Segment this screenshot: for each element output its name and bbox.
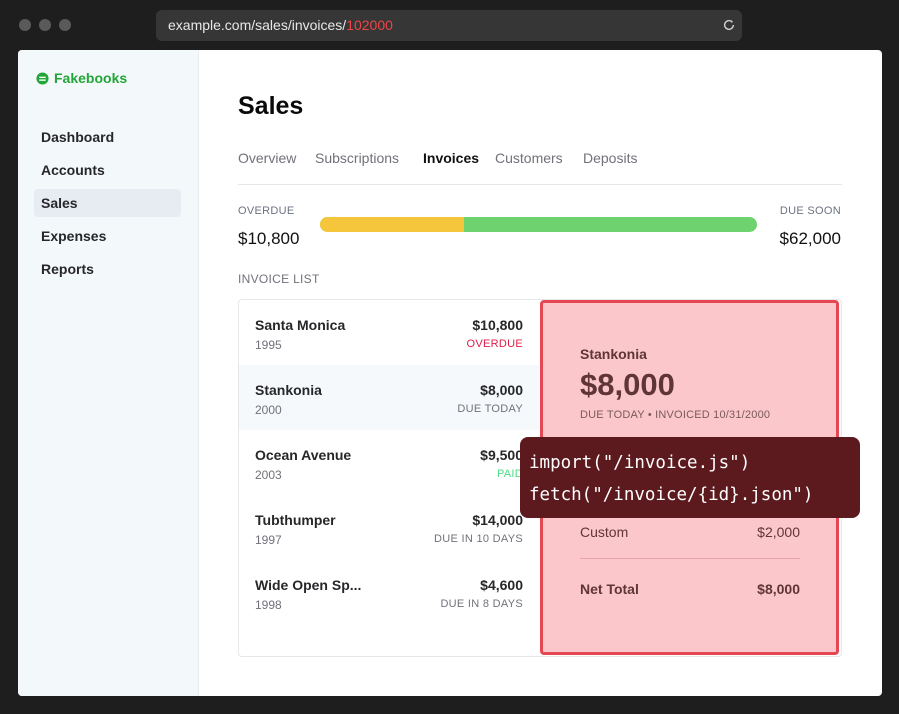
tab-bar: Overview Subscriptions Invoices Customer… (238, 150, 842, 185)
invoice-row[interactable]: Stankonia 2000 $8,000 DUE TODAY (239, 365, 539, 430)
invoice-name: Wide Open Sp... (255, 577, 362, 593)
tab-invoices[interactable]: Invoices (423, 150, 479, 166)
invoice-row[interactable]: Santa Monica 1995 $10,800 OVERDUE (239, 300, 539, 365)
sidebar-item-expenses[interactable]: Expenses (34, 222, 181, 250)
main-content: Sales Overview Subscriptions Invoices Cu… (238, 50, 882, 696)
fakebooks-logo-icon (36, 71, 49, 85)
close-window-icon[interactable] (19, 19, 31, 31)
invoice-amount: $14,000 (472, 512, 523, 528)
brand-logo[interactable]: Fakebooks (36, 70, 127, 86)
overdue-progress-bar (320, 217, 757, 232)
detail-line-item-label: Custom (580, 524, 629, 540)
tab-subscriptions[interactable]: Subscriptions (315, 150, 399, 166)
invoice-year: 2003 (255, 468, 282, 482)
app-window: Fakebooks Dashboard Accounts Sales Expen… (18, 50, 882, 696)
invoice-name: Santa Monica (255, 317, 346, 333)
detail-amount: $8,000 (580, 367, 675, 402)
sidebar-item-dashboard[interactable]: Dashboard (34, 123, 181, 151)
minimize-window-icon[interactable] (39, 19, 51, 31)
zoom-window-icon[interactable] (59, 19, 71, 31)
invoice-row[interactable]: Wide Open Sp... 1998 $4,600 DUE IN 8 DAY… (239, 560, 539, 625)
detail-customer-name: Stankonia (580, 346, 647, 362)
invoice-row[interactable]: Tubthumper 1997 $14,000 DUE IN 10 DAYS (239, 495, 539, 560)
detail-net-total-value: $8,000 (757, 581, 800, 597)
code-line-import: import("/invoice.js") (529, 453, 751, 473)
due-soon-value: $62,000 (779, 229, 841, 248)
tab-customers[interactable]: Customers (495, 150, 563, 166)
invoice-year: 1998 (255, 598, 282, 612)
url-invoice-id: 102000 (346, 17, 393, 33)
invoice-amount: $8,000 (480, 382, 523, 398)
tab-overview[interactable]: Overview (238, 150, 296, 166)
overdue-label: OVERDUE (238, 205, 295, 217)
invoice-amount: $10,800 (472, 317, 523, 333)
overdue-value: $10,800 (238, 229, 300, 248)
invoice-status: DUE IN 10 DAYS (434, 533, 523, 545)
browser-titlebar: example.com/sales/invoices/102000 (0, 0, 899, 50)
page-title: Sales (238, 92, 304, 120)
detail-divider (580, 558, 800, 559)
sidebar-item-reports[interactable]: Reports (34, 255, 181, 283)
invoice-name: Ocean Avenue (255, 447, 352, 463)
invoice-name: Tubthumper (255, 512, 336, 528)
invoice-row[interactable]: Ocean Avenue 2003 $9,500 PAID (239, 430, 539, 495)
invoice-status: DUE TODAY (457, 403, 523, 415)
code-overlay: import("/invoice.js") fetch("/invoice/{i… (520, 437, 860, 518)
invoice-year: 1997 (255, 533, 282, 547)
code-line-fetch: fetch("/invoice/{id}.json") (529, 485, 814, 505)
sidebar-item-sales[interactable]: Sales (34, 189, 181, 217)
invoice-status: DUE IN 8 DAYS (440, 598, 523, 610)
detail-meta: DUE TODAY • INVOICED 10/31/2000 (580, 409, 771, 421)
due-soon-label: DUE SOON (779, 205, 841, 217)
url-prefix: example.com/sales/invoices/ (168, 17, 347, 33)
detail-line-item-value: $2,000 (757, 524, 800, 540)
overdue-bar-fill (320, 217, 465, 232)
detail-net-total-label: Net Total (580, 581, 639, 597)
invoice-name: Stankonia (255, 382, 322, 398)
reload-icon[interactable] (722, 18, 736, 32)
invoice-status: OVERDUE (466, 338, 523, 350)
sidebar-item-accounts[interactable]: Accounts (34, 156, 181, 184)
invoice-amount: $4,600 (480, 577, 523, 593)
address-bar[interactable]: example.com/sales/invoices/102000 (156, 10, 742, 41)
sidebar: Fakebooks Dashboard Accounts Sales Expen… (18, 50, 199, 696)
invoice-amount: $9,500 (480, 447, 523, 463)
invoice-year: 1995 (255, 338, 282, 352)
invoice-year: 2000 (255, 403, 282, 417)
tab-deposits[interactable]: Deposits (583, 150, 637, 166)
invoice-list-label: INVOICE LIST (238, 272, 320, 286)
brand-name: Fakebooks (54, 70, 128, 86)
